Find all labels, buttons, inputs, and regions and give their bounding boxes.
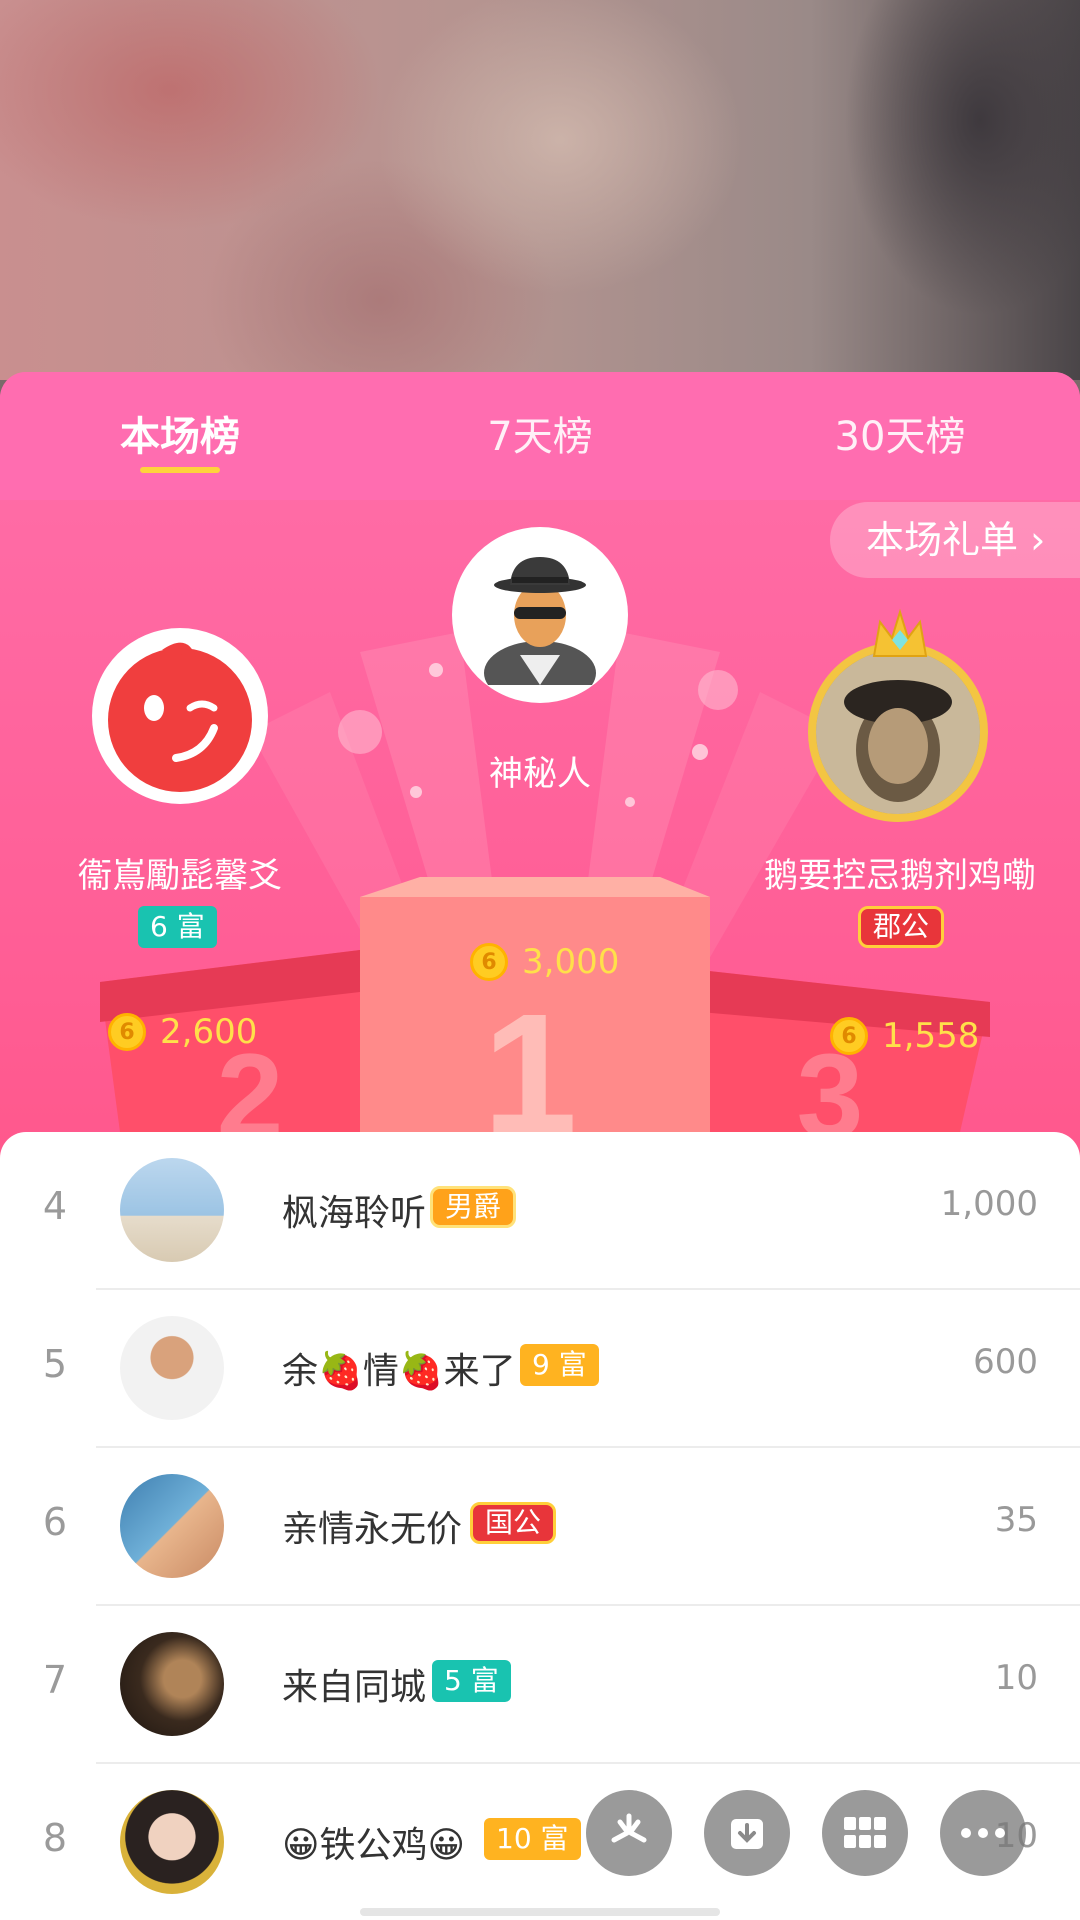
rank-number: 8	[42, 1816, 68, 1860]
tab-bar: 本场榜 7天榜 30天榜	[0, 372, 1080, 500]
avatar-rank-1[interactable]	[452, 527, 628, 703]
list-item[interactable]: 5 余🍓情🍓来了 9 富 600	[0, 1290, 1080, 1448]
user-name: 😀铁公鸡😀	[282, 1825, 466, 1866]
rank-number: 7	[42, 1658, 68, 1702]
wealth-badge: 6 富	[138, 906, 217, 948]
download-button[interactable]	[704, 1790, 790, 1876]
sparkle-icon	[611, 1813, 647, 1843]
more-icon	[961, 1828, 1005, 1838]
noble-badge: 男爵	[430, 1186, 517, 1228]
ranking-list: 4 枫海聆听 男爵 1,000 5 余🍓情🍓来了 9 富 600 6 亲情永无价…	[0, 1132, 1080, 1920]
score-value: 3,000	[522, 942, 620, 982]
crown-icon	[872, 608, 928, 657]
avatar[interactable]	[120, 1474, 224, 1578]
more-button[interactable]	[940, 1790, 1026, 1876]
mystery-man-icon	[484, 557, 596, 685]
avatar-rank-3[interactable]	[808, 642, 988, 822]
gift-list-button[interactable]: 本场礼单 ›	[830, 502, 1080, 578]
winking-face-icon	[108, 642, 252, 792]
list-item[interactable]: 8 😀铁公鸡😀 10 富 10	[0, 1764, 1080, 1920]
live-video-background	[0, 0, 1080, 380]
wealth-badge: 10 富	[484, 1818, 581, 1860]
tab-7-days[interactable]: 7天榜	[410, 404, 670, 462]
rank-number: 5	[42, 1342, 68, 1386]
noble-badge: 国公	[470, 1502, 557, 1544]
user-name: 余🍓情🍓来了	[282, 1351, 516, 1392]
score-value: 2,600	[160, 1012, 258, 1052]
avatar[interactable]	[120, 1316, 224, 1420]
name-rank-3: 鹅要控忌鹅剂鸡嘞	[764, 856, 1036, 896]
user-name: 亲情永无价	[282, 1509, 463, 1550]
rank-number: 6	[42, 1500, 68, 1544]
name-rank-1: 神秘人	[489, 754, 591, 794]
user-name: 枫海聆听	[282, 1193, 427, 1234]
score-rank-3: 6 1,558	[830, 1016, 979, 1056]
coin-icon: 6	[108, 1013, 146, 1051]
wealth-badge: 5 富	[432, 1660, 511, 1702]
active-tab-indicator	[140, 467, 220, 473]
score-value: 10	[994, 1658, 1038, 1698]
avatar[interactable]	[120, 1158, 224, 1262]
score-value: 1,000	[940, 1184, 1038, 1224]
score-rank-1: 6 3,000	[470, 942, 619, 982]
home-indicator	[360, 1908, 720, 1916]
list-item[interactable]: 4 枫海聆听 男爵 1,000	[0, 1132, 1080, 1290]
user-name: 来自同城	[282, 1667, 427, 1708]
score-value: 35	[994, 1500, 1038, 1540]
score-value: 1,558	[882, 1016, 980, 1056]
coin-icon: 6	[470, 943, 508, 981]
wealth-badge: 9 富	[520, 1344, 599, 1386]
noble-badge: 郡公	[858, 906, 945, 948]
sparkle-button[interactable]	[586, 1790, 672, 1876]
rank-number: 4	[42, 1184, 68, 1228]
list-item[interactable]: 7 来自同城 5 富 10	[0, 1606, 1080, 1764]
score-value: 600	[973, 1342, 1038, 1382]
apps-button[interactable]	[822, 1790, 908, 1876]
list-item[interactable]: 6 亲情永无价 国公 35	[0, 1448, 1080, 1606]
portrait-icon	[816, 650, 980, 814]
coin-icon: 6	[830, 1017, 868, 1055]
avatar[interactable]	[120, 1790, 224, 1894]
avatar-rank-2[interactable]	[92, 628, 268, 804]
download-icon	[731, 1819, 763, 1849]
tab-30-days[interactable]: 30天榜	[770, 404, 1030, 462]
score-rank-2: 6 2,600	[108, 1012, 257, 1052]
name-rank-2: 衞嶌勵髭馨爻	[78, 856, 282, 896]
grid-icon	[844, 1817, 886, 1848]
avatar[interactable]	[120, 1632, 224, 1736]
tab-current-show[interactable]: 本场榜	[50, 404, 310, 462]
